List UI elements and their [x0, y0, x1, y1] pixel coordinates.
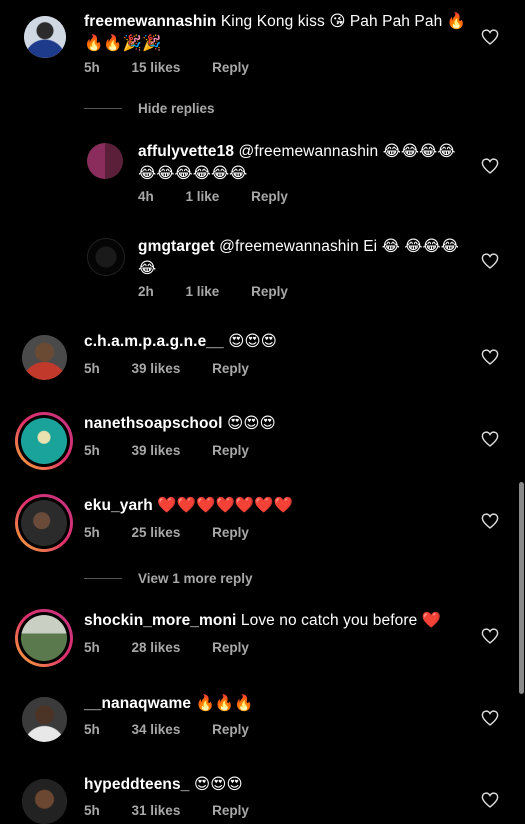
comment-time: 5h [84, 722, 100, 737]
comment-text: gmgtarget @freemewannashin Ei 😂 😂😂😂 😂 [138, 236, 468, 280]
comment-username[interactable]: gmgtarget [138, 238, 215, 255]
reply-button[interactable]: Reply [251, 189, 288, 204]
comment-time: 4h [138, 189, 154, 204]
comment-text: __nanaqwame 🔥🔥🔥 [84, 693, 474, 715]
comment-body: 😍😍😍 [193, 776, 243, 793]
comment-meta: 5h 25 likes Reply [84, 525, 277, 540]
heart-icon[interactable] [481, 431, 499, 447]
heart-icon[interactable] [481, 349, 499, 365]
heart-icon[interactable] [481, 792, 499, 808]
reply-button[interactable]: Reply [212, 60, 249, 75]
view-more-replies-toggle[interactable]: View 1 more reply [84, 568, 253, 588]
comment-text: affulyvette18 @freemewannashin 😂😂😂😂 😂😂😂😂… [138, 141, 468, 185]
comment-meta: 2h 1 like Reply [138, 284, 316, 299]
comment-body-cont: 🔥🔥🎉🎉 [84, 35, 162, 52]
comment-likes[interactable]: 1 like [186, 284, 220, 299]
comment-username[interactable]: __nanaqwame [84, 695, 191, 712]
reply-button[interactable]: Reply [212, 525, 249, 540]
comment-username[interactable]: affulyvette18 [138, 143, 234, 160]
comment-likes[interactable]: 39 likes [132, 361, 181, 376]
comment-body: ❤️❤️❤️❤️❤️❤️❤️ [157, 497, 294, 514]
reply-button[interactable]: Reply [212, 640, 249, 655]
comment-text: c.h.a.m.p.a.g.n.e__ 😍😍😍 [84, 331, 474, 353]
comment-meta: 4h 1 like Reply [138, 189, 316, 204]
comment-likes[interactable]: 34 likes [132, 722, 181, 737]
avatar[interactable] [87, 143, 123, 179]
thread-line [84, 577, 122, 579]
comment-username[interactable]: c.h.a.m.p.a.g.n.e__ [84, 333, 224, 350]
comment-text: hypeddteens_ 😍😍😍 [84, 774, 474, 796]
avatar[interactable] [22, 697, 67, 742]
thread-line [84, 107, 122, 109]
comment-likes[interactable]: 15 likes [132, 60, 181, 75]
avatar[interactable] [22, 335, 67, 380]
comment-text: shockin_more_moni Love no catch you befo… [84, 610, 474, 632]
comment-time: 5h [84, 361, 100, 376]
comment-username[interactable]: shockin_more_moni [84, 612, 236, 629]
comment-meta: 5h 28 likes Reply [84, 640, 277, 655]
heart-icon[interactable] [481, 253, 499, 269]
reply-button[interactable]: Reply [212, 722, 249, 737]
comment-time: 5h [84, 525, 100, 540]
comment-time: 2h [138, 284, 154, 299]
reply-button[interactable]: Reply [251, 284, 288, 299]
comment-body: King Kong kiss 😘 Pah Pah Pah 🔥 [220, 13, 467, 30]
comment-text: eku_yarh ❤️❤️❤️❤️❤️❤️❤️ [84, 495, 474, 517]
comment-meta: 5h 34 likes Reply [84, 722, 277, 737]
comment-likes[interactable]: 28 likes [132, 640, 181, 655]
comment-body: Love no catch you before ❤️ [240, 612, 442, 629]
comment-text: nanethsoapschool 😍😍😍 [84, 413, 474, 435]
scrollbar[interactable] [519, 482, 524, 694]
reply-button[interactable]: Reply [212, 361, 249, 376]
hide-replies-label[interactable]: Hide replies [138, 101, 215, 116]
story-ring-avatar[interactable] [15, 609, 73, 667]
comment-username[interactable]: freemewannashin [84, 13, 216, 30]
avatar[interactable] [22, 779, 67, 824]
comment-meta: 5h 39 likes Reply [84, 443, 277, 458]
heart-icon[interactable] [481, 710, 499, 726]
heart-icon[interactable] [481, 29, 499, 45]
comment-body: @freemewannashin Ei 😂 😂😂😂 [219, 238, 459, 255]
comment-body: 😍😍😍 [228, 333, 277, 350]
comment-meta: 5h 15 likes Reply [84, 60, 277, 75]
heart-icon[interactable] [481, 513, 499, 529]
comment-username[interactable]: eku_yarh [84, 497, 153, 514]
comment-username[interactable]: nanethsoapschool [84, 415, 223, 432]
view-more-replies-label[interactable]: View 1 more reply [138, 571, 253, 586]
comment-likes[interactable]: 1 like [186, 189, 220, 204]
comment-body: 🔥🔥🔥 [195, 695, 254, 712]
reply-button[interactable]: Reply [212, 443, 249, 458]
comment-body: @freemewannashin 😂😂😂😂 [238, 143, 456, 160]
story-ring-avatar[interactable] [15, 412, 73, 470]
heart-icon[interactable] [481, 628, 499, 644]
hide-replies-toggle[interactable]: Hide replies [84, 98, 215, 118]
story-ring-avatar[interactable] [15, 494, 73, 552]
comment-text: freemewannashin King Kong kiss 😘 Pah Pah… [84, 11, 474, 55]
comment-meta: 5h 39 likes Reply [84, 361, 277, 376]
comment-likes[interactable]: 39 likes [132, 443, 181, 458]
comment-body-cont: 😂 [138, 260, 157, 277]
comment-time: 5h [84, 60, 100, 75]
avatar[interactable] [24, 16, 66, 58]
comment-body: 😍😍😍 [226, 415, 276, 432]
comment-likes[interactable]: 25 likes [132, 525, 181, 540]
comment-time: 5h [84, 640, 100, 655]
heart-icon[interactable] [481, 158, 499, 174]
comment-time: 5h [84, 443, 100, 458]
comment-body-cont: 😂😂😂😂😂😂 [138, 165, 248, 182]
avatar[interactable] [87, 238, 125, 276]
comment-username[interactable]: hypeddteens_ [84, 776, 189, 793]
